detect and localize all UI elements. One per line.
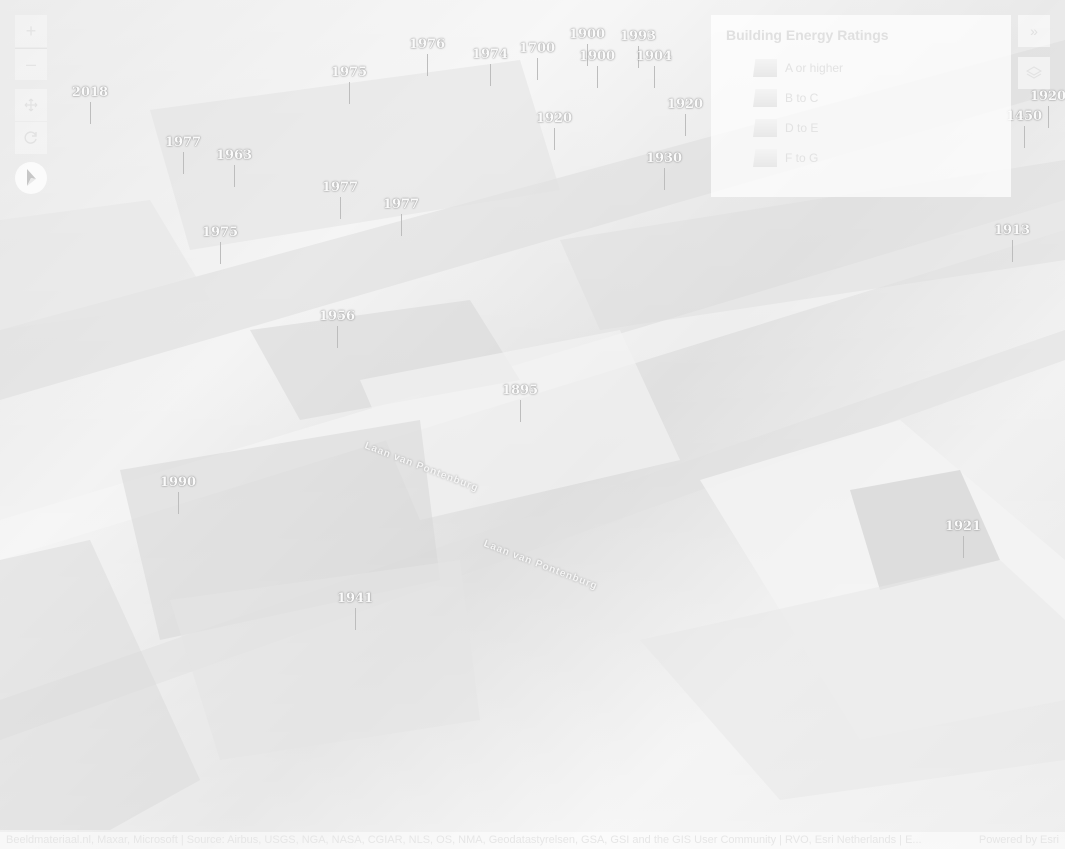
building-year-label[interactable]: 1920	[536, 111, 572, 126]
building-year-label[interactable]: 1975	[202, 225, 238, 240]
label-leader-line	[537, 58, 538, 80]
label-leader-line	[220, 242, 221, 264]
legend-label: F to G	[785, 151, 819, 165]
legend-panel: Building Energy Ratings A or higher B to…	[711, 15, 1011, 197]
label-leader-line	[685, 114, 686, 136]
rotate-icon	[24, 131, 37, 144]
building-year-label[interactable]: 1920	[667, 97, 703, 112]
layers-icon	[1026, 66, 1042, 79]
pan-icon	[24, 98, 38, 112]
powered-by[interactable]: Powered by Esri	[979, 832, 1059, 849]
label-leader-line	[90, 102, 91, 124]
compass-button[interactable]	[15, 162, 47, 194]
label-leader-line	[1048, 106, 1049, 128]
pan-button[interactable]	[15, 89, 47, 121]
building-year-label[interactable]: 1450	[1006, 109, 1042, 124]
label-leader-line	[401, 214, 402, 236]
building-year-label[interactable]: 1920	[1030, 89, 1065, 104]
label-leader-line	[490, 64, 491, 86]
building-year-label[interactable]: 1990	[160, 475, 196, 490]
legend-label: D to E	[785, 121, 819, 135]
legend-swatch	[753, 89, 777, 107]
label-leader-line	[340, 197, 341, 219]
building-year-label[interactable]: 1977	[322, 180, 358, 195]
building-year-label[interactable]: 1977	[383, 197, 419, 212]
rotate-button[interactable]	[15, 122, 47, 154]
building-year-label[interactable]: 1930	[646, 151, 682, 166]
label-leader-line	[520, 400, 521, 422]
legend-swatch	[753, 119, 777, 137]
label-leader-line	[355, 608, 356, 630]
expand-icon: »	[1030, 23, 1038, 39]
legend-item: A or higher	[726, 53, 996, 83]
building-year-label[interactable]: 1913	[994, 223, 1030, 238]
label-leader-line	[963, 536, 964, 558]
building-year-label[interactable]: 1895	[502, 383, 538, 398]
label-leader-line	[597, 66, 598, 88]
legend-item: F to G	[726, 143, 996, 173]
legend-label: A or higher	[785, 61, 844, 75]
label-leader-line	[554, 128, 555, 150]
building-year-label[interactable]: 1993	[620, 29, 656, 44]
label-leader-line	[183, 152, 184, 174]
legend-swatch	[753, 149, 777, 167]
legend-label: B to C	[785, 91, 819, 105]
label-leader-line	[664, 168, 665, 190]
expand-button[interactable]: »	[1018, 15, 1050, 47]
legend-swatch	[753, 59, 777, 77]
label-leader-line	[654, 66, 655, 88]
compass-icon	[27, 169, 36, 186]
legend-title: Building Energy Ratings	[726, 27, 889, 43]
layers-button[interactable]	[1018, 57, 1050, 89]
building-year-label[interactable]: 1700	[519, 41, 555, 56]
building-year-label[interactable]: 1921	[945, 519, 981, 534]
building-year-label[interactable]: 1904	[636, 49, 672, 64]
building-year-label[interactable]: 1977	[165, 135, 201, 150]
zoom-out-button[interactable]: –	[15, 48, 47, 80]
label-leader-line	[337, 326, 338, 348]
label-leader-line	[1024, 126, 1025, 148]
attribution-text: Beeldmateriaal.nl, Maxar, Microsoft | So…	[6, 834, 922, 846]
building-year-label[interactable]: 1975	[331, 65, 367, 80]
label-leader-line	[178, 492, 179, 514]
zoom-in-button[interactable]: +	[15, 15, 47, 47]
building-year-label[interactable]: 1976	[409, 37, 445, 52]
label-leader-line	[234, 165, 235, 187]
building-year-label[interactable]: 1941	[337, 591, 373, 606]
building-year-label[interactable]: 1974	[472, 47, 508, 62]
attribution-bar: Beeldmateriaal.nl, Maxar, Microsoft | So…	[0, 832, 1065, 849]
building-year-label[interactable]: 1956	[319, 309, 355, 324]
legend-item: B to C	[726, 83, 996, 113]
building-year-label[interactable]: 1900	[569, 27, 605, 42]
building-year-label[interactable]: 1900	[579, 49, 615, 64]
label-leader-line	[427, 54, 428, 76]
building-year-label[interactable]: 1963	[216, 148, 252, 163]
label-leader-line	[349, 82, 350, 104]
building-year-label[interactable]: 2018	[72, 85, 108, 100]
label-leader-line	[1012, 240, 1013, 262]
legend-item: D to E	[726, 113, 996, 143]
